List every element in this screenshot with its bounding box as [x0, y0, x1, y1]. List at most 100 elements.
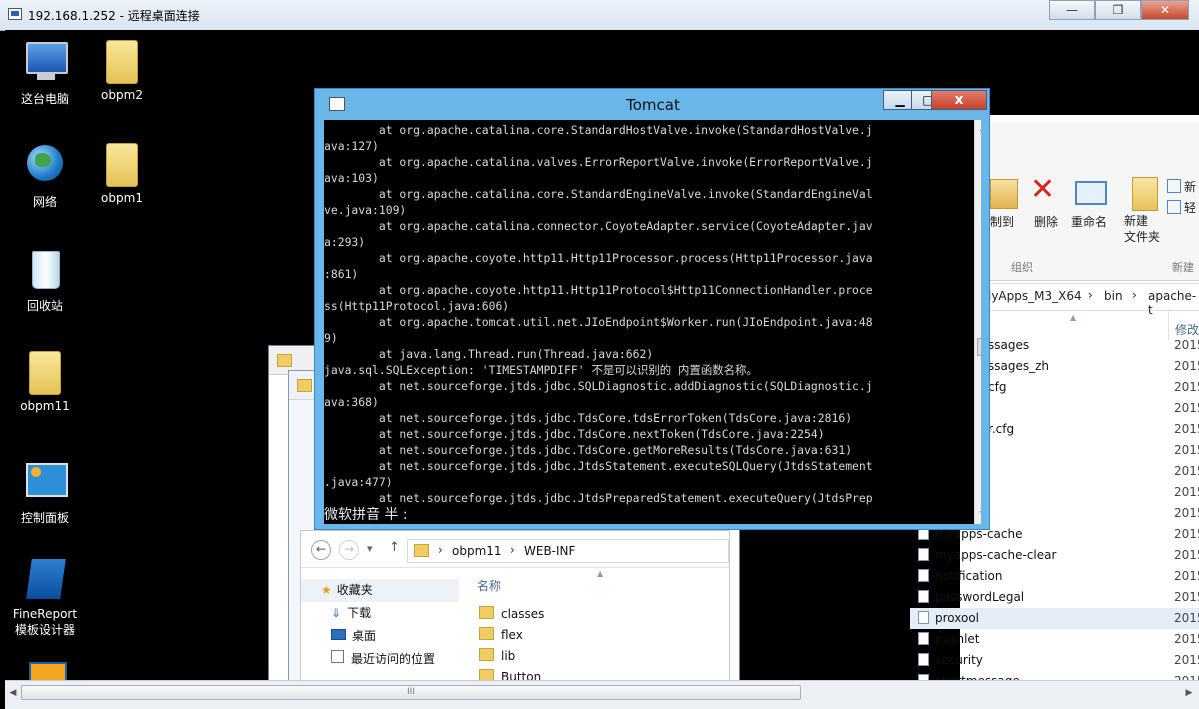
tomcat-close-button[interactable]: x: [931, 90, 987, 110]
desktop-icon-this-pc[interactable]: 这台电脑: [6, 40, 84, 107]
file-date: 2015: [1174, 380, 1199, 394]
console-line: at org.apache.coyote.http11.Http11Proces…: [324, 251, 873, 265]
desktop-icon-label: FineReport 模板设计器: [12, 607, 78, 637]
folder-icon: [29, 351, 61, 395]
list-item[interactable]: pushlet 2015: [910, 629, 1199, 650]
control-panel-icon: [23, 459, 68, 505]
list-item[interactable]: Button: [459, 667, 729, 681]
console-line: at org.apache.coyote.http11.Http11Protoc…: [324, 283, 873, 297]
list-item[interactable]: classes: [459, 604, 729, 625]
desktop-icon-obpm2[interactable]: obpm2: [83, 40, 161, 102]
file-date: 2015: [1174, 653, 1199, 667]
sort-arrow-icon: ▲: [597, 569, 604, 578]
desktop-icon-control-panel[interactable]: 控制面板: [6, 459, 84, 526]
rdp-close-button[interactable]: ✕: [1141, 0, 1189, 20]
console-line: at net.sourceforge.jtds.jdbc.TdsCore.tds…: [324, 411, 853, 425]
console-line: .java:477): [324, 475, 393, 489]
file-date: 2015: [1174, 359, 1199, 373]
console-output[interactable]: at org.apache.catalina.core.StandardHost…: [324, 120, 981, 524]
file-date: 2015: [1174, 611, 1199, 625]
console-line: at net.sourceforge.jtds.jdbc.TdsCore.nex…: [324, 427, 825, 441]
breadcrumb-web-inf[interactable]: WEB-INF: [524, 544, 575, 558]
rdp-minimize-button[interactable]: —: [1049, 0, 1095, 20]
desktop-icon-label: obpm2: [101, 88, 143, 102]
file-name: proxool: [935, 611, 980, 625]
forward-button[interactable]: →: [339, 540, 359, 560]
scroll-grip: III: [407, 687, 415, 697]
file-name: lib: [501, 649, 516, 663]
up-button[interactable]: ↑: [389, 540, 400, 555]
nav-item-favorites[interactable]: ★ 收藏夹: [301, 579, 459, 602]
desktop-icon-network[interactable]: 网络: [6, 143, 84, 210]
desktop-icon-recycle-bin[interactable]: 回收站: [6, 247, 84, 314]
rdp-restore-button[interactable]: ❐: [1095, 0, 1141, 20]
list-item[interactable]: passwordLegal 2015: [910, 587, 1199, 608]
desktop-icon: [331, 629, 346, 640]
file-icon: [918, 632, 929, 645]
file-icon: [918, 569, 929, 582]
ribbon-delete-button[interactable]: 删除: [1034, 213, 1058, 230]
breadcrumb-separator: ›: [1088, 288, 1093, 302]
file-icon: [918, 590, 929, 603]
explorer-window-webinf: ← → ▾ ↑ › obpm11 › WEB-INF ★ 收藏夹 ⇓ 下载 桌面 最…: [300, 530, 730, 682]
desktop-icon-app[interactable]: [6, 660, 84, 680]
computer-icon: [23, 40, 68, 86]
list-item[interactable]: notification 2015: [910, 566, 1199, 587]
desktop-icon-obpm11[interactable]: obpm11: [6, 351, 84, 413]
desktop-icon-label: 网络: [32, 195, 57, 209]
scrollbar-thumb[interactable]: [977, 338, 981, 356]
ribbon-new-folder-button[interactable]: 新建 文件夹: [1124, 213, 1164, 245]
ribbon-new-item-button[interactable]: 新: [1184, 178, 1196, 195]
file-date: 2015: [1174, 590, 1199, 604]
breadcrumb-myapps[interactable]: lyApps_M3_X64: [988, 289, 1082, 303]
list-item[interactable]: lib: [459, 646, 729, 667]
console-scrollbar[interactable]: ▲ ▼: [974, 120, 981, 524]
recent-locations-button[interactable]: ▾: [367, 542, 373, 555]
ribbon-top-edge: [960, 115, 1199, 123]
file-date: 2015: [1174, 401, 1199, 415]
list-item[interactable]: security 2015: [910, 650, 1199, 671]
scroll-down-icon[interactable]: ▼: [975, 507, 981, 524]
address-bar-apache[interactable]: lyApps_M3_X64 › bin › apache-t: [960, 283, 1199, 317]
new-item-icon: [1167, 179, 1181, 193]
address-bar[interactable]: › obpm11 › WEB-INF: [407, 539, 729, 563]
column-header-name[interactable]: 名称: [477, 577, 501, 594]
breadcrumb-obpm11[interactable]: obpm11: [452, 544, 502, 558]
scrollbar-thumb[interactable]: III: [21, 685, 801, 700]
scroll-up-icon[interactable]: ▲: [975, 120, 981, 137]
nav-item-recent[interactable]: 最近访问的位置: [301, 648, 459, 671]
ribbon-easy-access-button[interactable]: 轻: [1184, 199, 1196, 216]
tomcat-titlebar[interactable]: Tomcat ▁ □ x: [315, 89, 991, 119]
desktop-icon-obpm1[interactable]: obpm1: [83, 143, 161, 205]
desktop-icon-finereport[interactable]: FineReport 模板设计器: [6, 557, 84, 638]
list-item[interactable]: proxool 2015: [910, 608, 1199, 629]
file-name: flex: [501, 628, 523, 642]
file-date: 2015: [1174, 548, 1199, 562]
nav-item-downloads[interactable]: ⇓ 下载: [301, 602, 459, 625]
file-icon: [918, 548, 929, 561]
file-name: cfg: [988, 380, 1007, 394]
file-date: 2015: [1174, 569, 1199, 583]
file-rows: classes flex lib Button: [459, 604, 729, 681]
folder-icon: [414, 544, 429, 557]
scroll-right-icon[interactable]: ▶: [1181, 685, 1197, 701]
ribbon-group-organize: 组织: [1011, 261, 1033, 274]
file-name: ssages: [988, 338, 1030, 352]
file-list: 名称 ▲ classes flex lib Button: [459, 567, 729, 681]
star-icon: ★: [321, 583, 332, 597]
ribbon-rename-button[interactable]: 重命名: [1071, 213, 1107, 230]
scroll-left-icon[interactable]: ◀: [5, 685, 21, 701]
back-button[interactable]: ←: [311, 540, 331, 560]
list-item[interactable]: flex: [459, 625, 729, 646]
rdp-horizontal-scrollbar[interactable]: ◀ III ▶: [5, 680, 1199, 709]
list-item[interactable]: myapps-cache-clear 2015: [910, 545, 1199, 566]
folder-icon: [106, 143, 138, 187]
folder-icon: [106, 40, 138, 84]
breadcrumb-bin[interactable]: bin: [1104, 289, 1123, 303]
console-line: :861): [324, 267, 359, 281]
ribbon-copy-to-button[interactable]: 制到: [990, 213, 1014, 230]
rdp-window-title: 192.168.1.252 - 远程桌面连接: [28, 9, 200, 23]
console-line: ava:127): [324, 139, 379, 153]
folder-icon: [479, 648, 494, 661]
nav-item-desktop[interactable]: 桌面: [301, 625, 459, 648]
